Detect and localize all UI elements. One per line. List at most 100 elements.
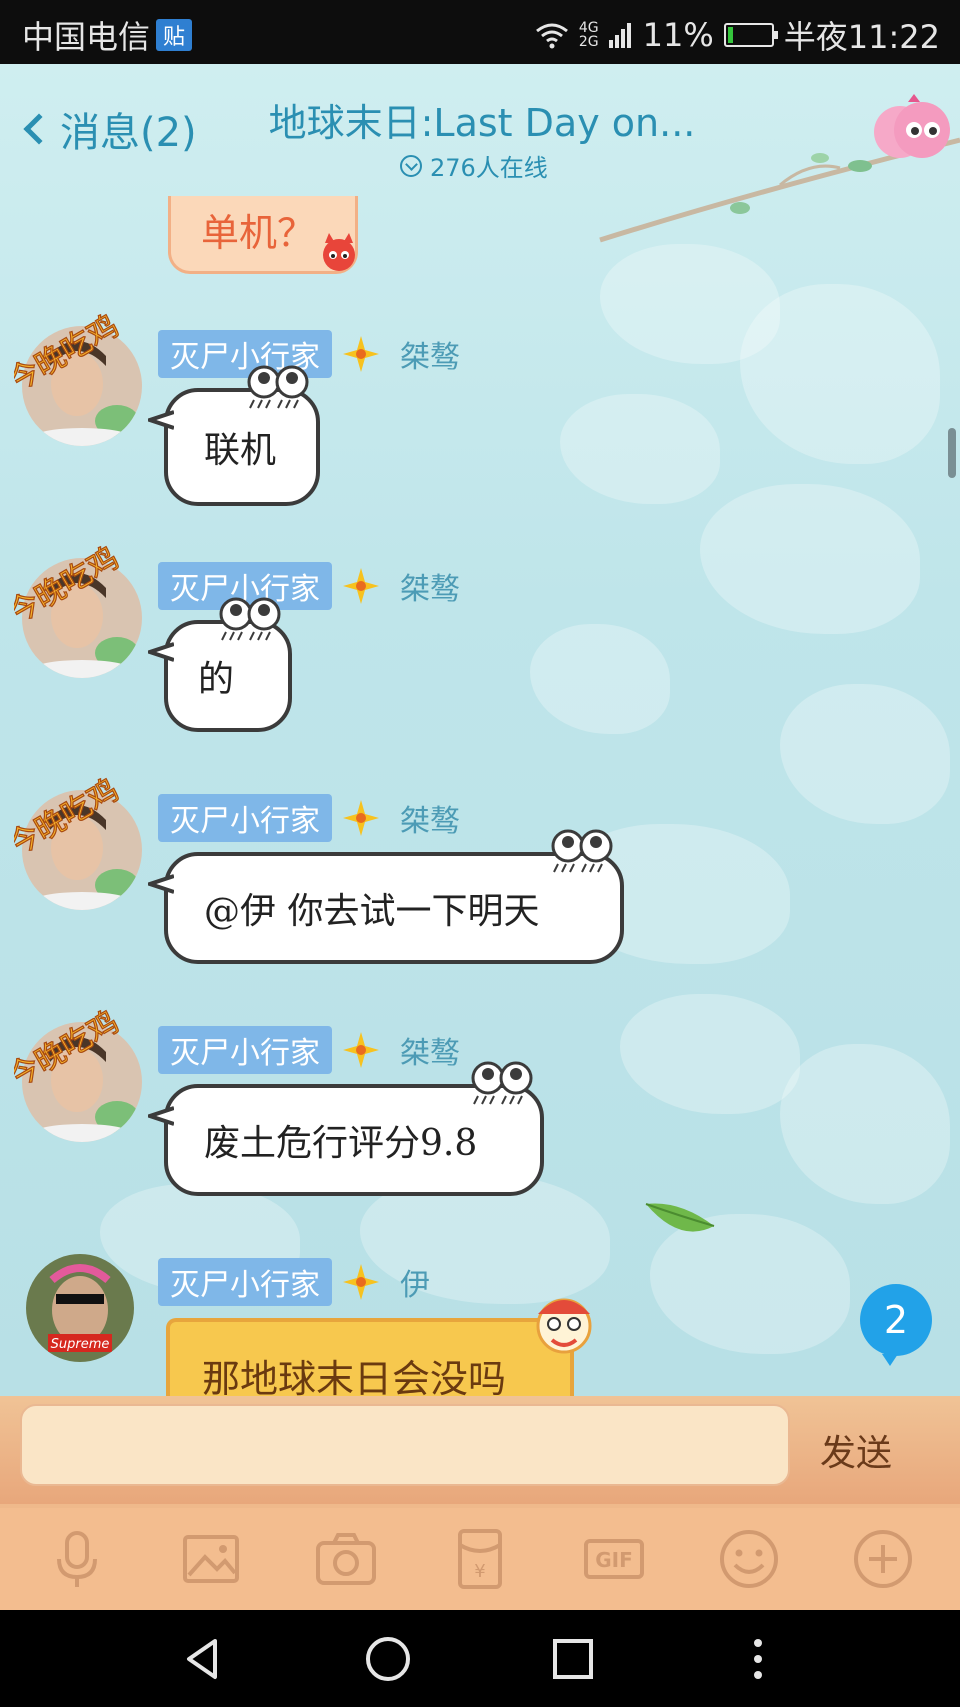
message-bubble[interactable]: 那地球末日会没吗 [166, 1318, 574, 1404]
svg-text:今晚吃鸡: 今晚吃鸡 [14, 1008, 125, 1095]
nav-home-icon[interactable] [358, 1629, 418, 1689]
scrollbar-thumb[interactable] [948, 428, 956, 478]
plus-icon[interactable] [848, 1524, 918, 1594]
sticker-text-icon: 今晚吃鸡 [14, 544, 125, 632]
sender-name[interactable]: 桀骜 [400, 796, 460, 840]
signal-icon [608, 23, 631, 48]
carrier-name: 中国电信 [22, 18, 151, 56]
image-icon[interactable] [176, 1524, 246, 1594]
bubble-tail [148, 874, 174, 894]
message-text: 的 [198, 659, 235, 700]
sender-name[interactable]: 桀骜 [400, 564, 460, 608]
chevron-down-icon [400, 154, 422, 177]
sticker-text-icon: 今晚吃鸡 [14, 776, 125, 864]
sender-name[interactable]: 桀骜 [400, 1028, 460, 1072]
svg-text:今晚吃鸡: 今晚吃鸡 [14, 312, 125, 399]
rank-star-icon [343, 336, 379, 372]
bubble-tail [148, 642, 174, 662]
input-strip: 发送 [0, 1396, 960, 1504]
background-stone [740, 284, 940, 464]
leaf-decoration [645, 1203, 715, 1232]
message-bubble[interactable]: 联机 [148, 365, 320, 506]
chevron-left-icon [23, 113, 55, 145]
rank-star-icon [343, 1032, 379, 1068]
group-title[interactable]: 地球末日:Last Day on... [232, 92, 732, 147]
eyes-decoration-icon [551, 829, 613, 873]
unread-count: 2 [883, 1298, 909, 1342]
sticker-text-icon: 今晚吃鸡 [14, 1008, 125, 1096]
background-stone [620, 994, 800, 1114]
avatar[interactable]: Supreme [26, 1254, 134, 1362]
message-bubble[interactable]: 废土危行评分9.8 [148, 1061, 544, 1196]
status-bar: 中国电信 贴 4G 2G 11% 半夜11:22 [0, 0, 960, 64]
nav-menu-icon[interactable] [728, 1629, 788, 1689]
battery-percent: 11% [642, 16, 714, 54]
back-button[interactable]: 消息(2) [14, 100, 197, 158]
member-title-tag: 灭尸小行家 [158, 1026, 332, 1074]
online-count-label: 276人在线 [430, 154, 548, 182]
partial-message-bubble[interactable]: 单机？ [168, 196, 358, 274]
bubble-tail [148, 1106, 174, 1126]
background-stone [780, 684, 950, 824]
eyes-decoration-icon [247, 365, 309, 409]
system-nav-bar [0, 1610, 960, 1707]
message-meta: 灭尸小行家 桀骜 [158, 794, 460, 842]
group-avatar-icon[interactable] [870, 92, 952, 168]
emoji-icon[interactable] [714, 1524, 784, 1594]
rank-star-icon [343, 568, 379, 604]
background-stone [780, 1044, 950, 1204]
bubble-tail [148, 410, 174, 430]
sender-name[interactable]: 伊 [400, 1260, 430, 1304]
rank-star-icon [343, 1264, 379, 1300]
svg-text:Supreme: Supreme [51, 1337, 110, 1352]
clock: 半夜11:22 [783, 18, 940, 56]
nav-back-icon[interactable] [173, 1629, 233, 1689]
rank-star-icon [343, 800, 379, 836]
svg-text:今晚吃鸡: 今晚吃鸡 [14, 776, 125, 863]
message-text: 那地球末日会没吗 [202, 1357, 507, 1401]
input-toolbar: ¥ GIF [0, 1508, 960, 1610]
gif-icon[interactable]: GIF [579, 1524, 649, 1594]
nav-recents-icon[interactable] [543, 1629, 603, 1689]
wifi-icon [535, 23, 568, 49]
message-input[interactable] [20, 1404, 790, 1486]
message-text: @伊 你去试一下明天 [204, 891, 540, 932]
message-text: 联机 [204, 430, 277, 471]
online-count[interactable]: 276人在线 [400, 148, 548, 183]
message-bubble[interactable]: @伊 你去试一下明天 [148, 829, 624, 964]
svg-text:今晚吃鸡: 今晚吃鸡 [14, 544, 125, 631]
chat-background[interactable] [0, 64, 960, 1396]
member-title-tag: 灭尸小行家 [158, 1258, 332, 1306]
background-stone [530, 624, 670, 734]
svg-text:GIF: GIF [596, 1548, 634, 1572]
red-packet-icon[interactable]: ¥ [445, 1524, 515, 1594]
message-meta: 灭尸小行家 桀骜 [158, 562, 460, 610]
svg-text:¥: ¥ [474, 1561, 485, 1582]
microphone-icon[interactable] [42, 1524, 112, 1594]
battery-icon [723, 23, 778, 47]
partial-message-text: 单机？ [201, 211, 316, 255]
sender-name[interactable]: 桀骜 [400, 332, 460, 376]
unread-count-badge[interactable]: 2 [860, 1284, 932, 1366]
camera-icon[interactable] [311, 1524, 381, 1594]
battery-fill [727, 27, 733, 43]
status-bar-left: 中国电信 贴 [22, 12, 193, 58]
eyes-decoration-icon [471, 1061, 533, 1105]
fox-sticker-icon [323, 233, 355, 271]
member-title-tag: 灭尸小行家 [158, 794, 332, 842]
input-area: 发送 ¥ GIF [0, 1396, 960, 1610]
lion-dance-sticker-icon [536, 1298, 592, 1354]
message-meta: 灭尸小行家 伊 [158, 1258, 430, 1306]
message-bubble[interactable]: 的 [148, 597, 292, 732]
back-label: 消息(2) [60, 110, 197, 156]
background-stone [700, 484, 920, 634]
avatar-supreme-icon: Supreme [26, 1254, 134, 1362]
message-meta: 灭尸小行家 桀骜 [158, 1026, 460, 1074]
background-stone [560, 394, 720, 504]
send-button[interactable]: 发送 [820, 1424, 892, 1476]
network-type: 4G 2G [578, 20, 599, 50]
message-text: 废土危行评分9.8 [204, 1123, 478, 1164]
chat-header: 消息(2) 地球末日:Last Day on... 276人在线 [0, 64, 960, 243]
status-bar-right: 4G 2G 11% 半夜11:22 [535, 12, 940, 58]
sticker-text-icon: 今晚吃鸡 [14, 312, 125, 400]
